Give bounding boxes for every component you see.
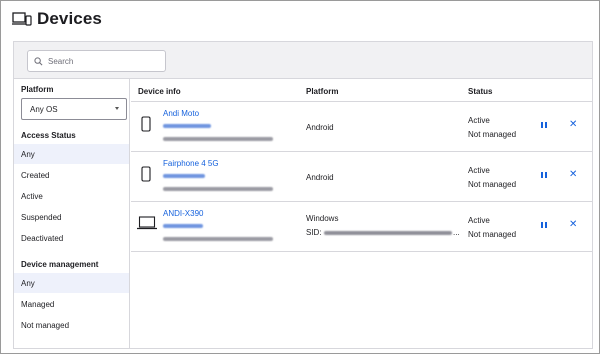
redacted-email bbox=[163, 187, 273, 191]
device-management-managed[interactable]: Managed bbox=[14, 294, 129, 314]
status-text: Active bbox=[468, 216, 490, 225]
devices-table: Device info Platform Status Andi Moto An… bbox=[131, 79, 592, 252]
table-row: Andi Moto Android Active Not managed ✕ bbox=[131, 102, 592, 152]
device-name-link[interactable]: ANDI-X390 bbox=[163, 209, 203, 218]
suspend-button[interactable] bbox=[540, 121, 548, 129]
platform-title: Platform bbox=[21, 85, 54, 94]
redacted-user bbox=[163, 174, 205, 178]
management-text: Not managed bbox=[468, 180, 517, 189]
search-icon bbox=[34, 56, 43, 65]
status-text: Active bbox=[468, 166, 490, 175]
laptop-icon bbox=[137, 216, 157, 230]
redacted-user bbox=[163, 224, 203, 228]
access-status-active[interactable]: Active bbox=[14, 186, 129, 206]
devices-icon bbox=[12, 12, 32, 26]
pause-icon-bar bbox=[545, 172, 547, 178]
remove-button[interactable]: ✕ bbox=[569, 120, 577, 130]
suspend-button[interactable] bbox=[540, 221, 548, 229]
platform-select-value: Any OS bbox=[30, 104, 58, 114]
devices-panel: Platform Any OS Access Status Any Create… bbox=[13, 41, 593, 349]
close-icon: ✕ bbox=[569, 219, 578, 230]
header-device-info: Device info bbox=[138, 87, 181, 96]
page-header: Devices bbox=[12, 8, 102, 30]
platform-select[interactable]: Any OS bbox=[21, 98, 127, 120]
pause-icon-bar bbox=[545, 222, 547, 228]
close-icon: ✕ bbox=[569, 169, 578, 180]
status-text: Active bbox=[468, 116, 490, 125]
table-row: ANDI-X390 Windows SID: ... Active Not ma… bbox=[131, 202, 592, 252]
header-status: Status bbox=[468, 87, 493, 96]
device-management-not-managed[interactable]: Not managed bbox=[14, 315, 129, 335]
phone-icon bbox=[141, 166, 151, 182]
management-text: Not managed bbox=[468, 130, 517, 139]
access-status-created[interactable]: Created bbox=[14, 165, 129, 185]
access-status-suspended[interactable]: Suspended bbox=[14, 207, 129, 227]
device-platform: Android bbox=[306, 123, 334, 132]
pause-icon-bar bbox=[545, 122, 547, 128]
search-bar bbox=[14, 42, 592, 79]
search-input[interactable] bbox=[48, 56, 158, 66]
redacted-email bbox=[163, 137, 273, 141]
access-status-title: Access Status bbox=[21, 131, 76, 140]
remove-button[interactable]: ✕ bbox=[569, 220, 577, 230]
page-title: Devices bbox=[37, 9, 102, 28]
remove-button[interactable]: ✕ bbox=[569, 170, 577, 180]
device-platform: Android bbox=[306, 173, 334, 182]
pause-icon bbox=[541, 122, 543, 128]
sid-ellipsis: ... bbox=[453, 228, 460, 237]
close-icon: ✕ bbox=[569, 119, 578, 130]
search-box[interactable] bbox=[27, 50, 166, 72]
device-name-link[interactable]: Andi Moto bbox=[163, 109, 199, 118]
table-header: Device info Platform Status bbox=[131, 79, 592, 102]
sid-label: SID: bbox=[306, 228, 322, 237]
redacted-user bbox=[163, 124, 211, 128]
suspend-button[interactable] bbox=[540, 171, 548, 179]
filter-sidebar: Platform Any OS Access Status Any Create… bbox=[14, 79, 130, 348]
management-text: Not managed bbox=[468, 230, 517, 239]
header-platform: Platform bbox=[306, 87, 339, 96]
device-name-link[interactable]: Fairphone 4 5G bbox=[163, 159, 219, 168]
table-row: Fairphone 4 5G Android Active Not manage… bbox=[131, 152, 592, 202]
device-management-title: Device management bbox=[21, 260, 99, 269]
device-management-any[interactable]: Any bbox=[14, 273, 129, 293]
pause-icon bbox=[541, 172, 543, 178]
redacted-sid bbox=[324, 231, 452, 235]
device-platform: Windows bbox=[306, 214, 339, 223]
access-status-deactivated[interactable]: Deactivated bbox=[14, 228, 129, 248]
pause-icon bbox=[541, 222, 543, 228]
redacted-email bbox=[163, 237, 273, 241]
access-status-any[interactable]: Any bbox=[14, 144, 129, 164]
caret-down-icon bbox=[115, 107, 119, 110]
phone-icon bbox=[141, 116, 151, 132]
